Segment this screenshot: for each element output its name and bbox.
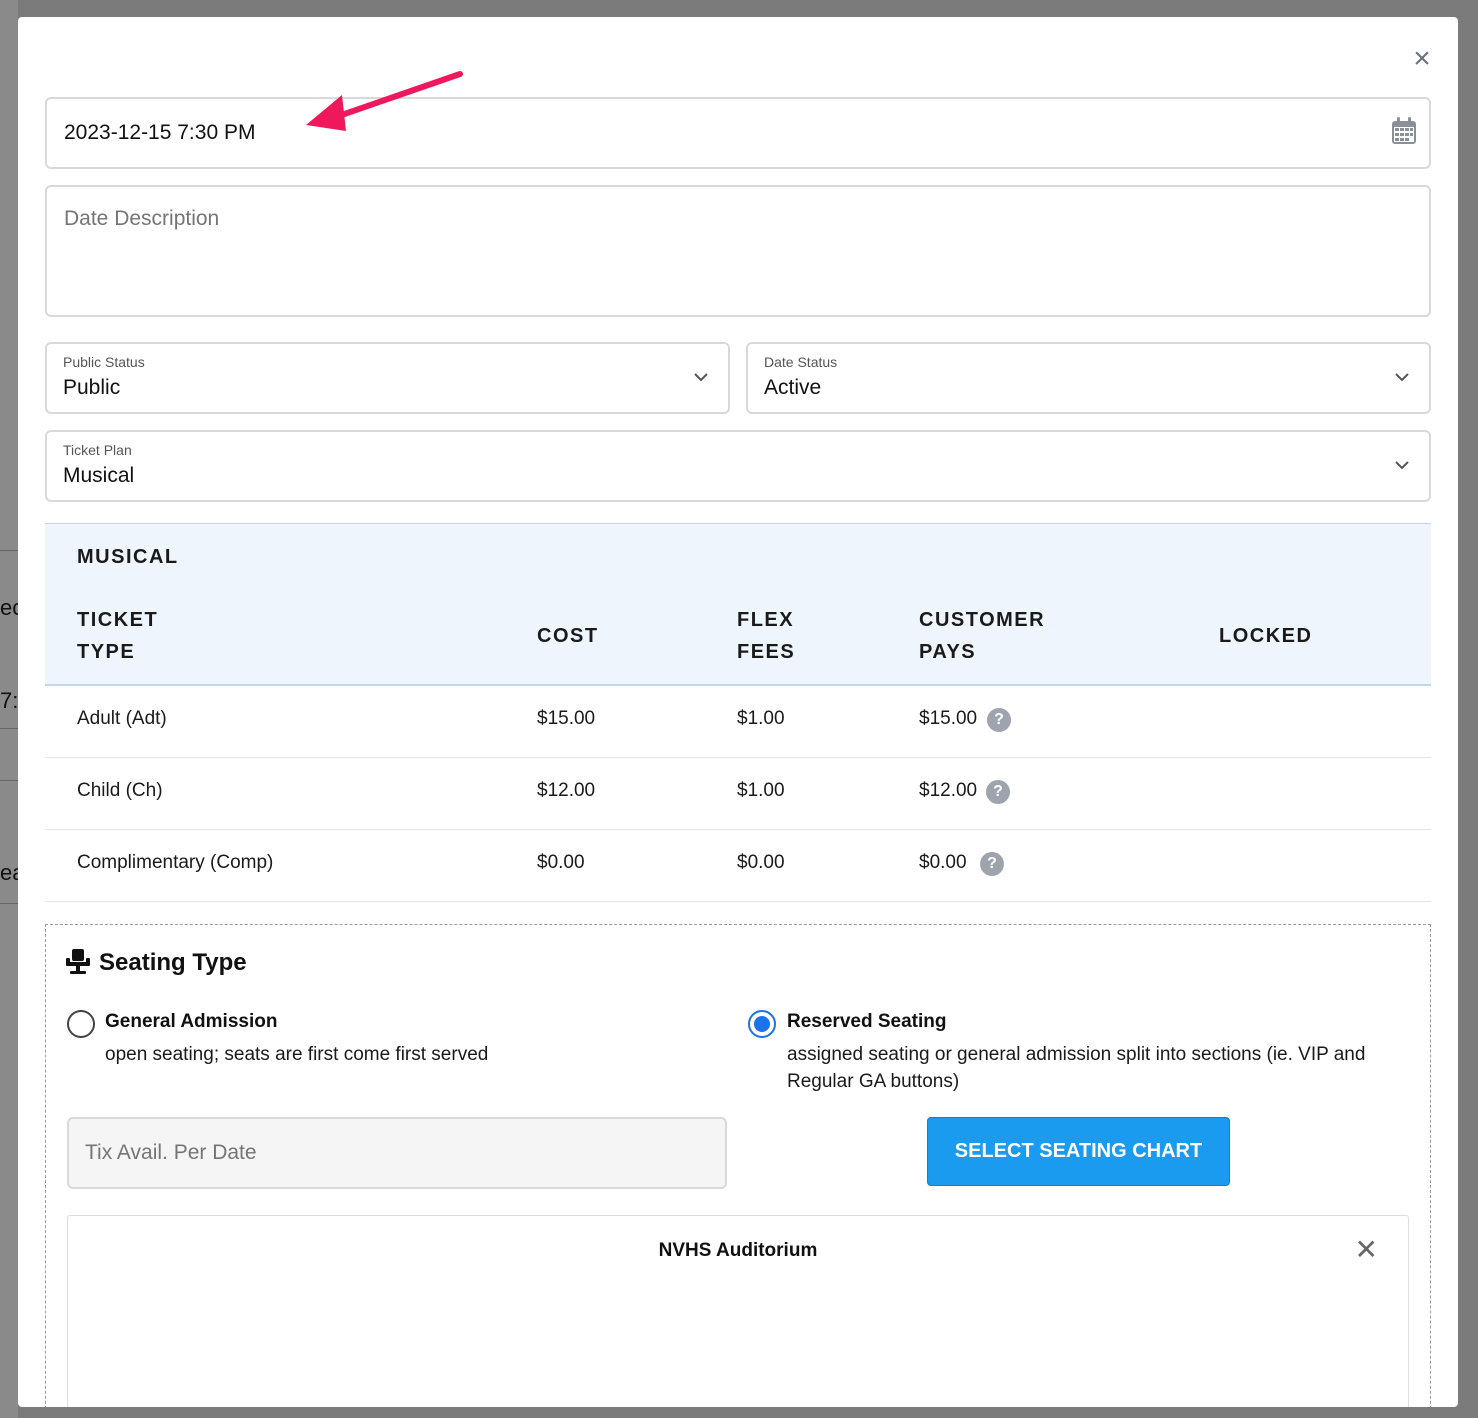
customer-pays-cell: $12.00: [919, 780, 978, 801]
cost-cell: $15.00: [537, 708, 596, 729]
public-status-label: Public Status: [63, 354, 145, 370]
background-divider: [0, 728, 18, 729]
cost-cell: $12.00: [537, 780, 596, 801]
ticket-type-cell: Complimentary (Comp): [77, 852, 274, 873]
calendar-icon[interactable]: [1391, 117, 1417, 145]
flex-fees-cell: $1.00: [737, 708, 785, 729]
ticket-type-cell: Adult (Adt): [77, 708, 167, 729]
seat-icon: [66, 949, 90, 974]
ticket-type-cell: Child (Ch): [77, 780, 163, 801]
general-admission-label[interactable]: General Admission: [105, 1011, 277, 1033]
plan-title: MUSICAL: [77, 546, 179, 568]
close-icon[interactable]: ✕: [1355, 1236, 1378, 1264]
seating-type-title: Seating Type: [99, 949, 247, 976]
table-row: Child (Ch) $12.00 $1.00 $12.00 ?: [45, 758, 1431, 830]
cost-cell: $0.00: [537, 852, 585, 873]
table-header: MUSICAL TICKET TYPE COST FLEX FEES CUSTO…: [45, 523, 1431, 686]
edit-date-modal: × 2023-12-15 7:30 PM Date Description Pu…: [18, 17, 1458, 1407]
table-row: Complimentary (Comp) $0.00 $0.00 $0.00 ?: [45, 830, 1431, 902]
date-time-value: 2023-12-15 7:30 PM: [64, 121, 256, 144]
chevron-down-icon: [694, 373, 708, 382]
help-icon[interactable]: ?: [980, 852, 1004, 876]
column-header-cost: COST: [537, 625, 599, 647]
column-header-ticket-type: TICKET TYPE: [77, 609, 159, 663]
background-divider: [0, 903, 18, 904]
close-icon[interactable]: ×: [1408, 44, 1436, 74]
ticket-plan-label: Ticket Plan: [63, 442, 132, 458]
public-status-value: Public: [63, 376, 121, 399]
seating-type-section: Seating Type General Admission open seat…: [45, 924, 1431, 1407]
ticket-plan-table: MUSICAL TICKET TYPE COST FLEX FEES CUSTO…: [45, 523, 1431, 902]
tix-avail-placeholder: Tix Avail. Per Date: [85, 1141, 257, 1164]
ticket-plan-value: Musical: [63, 464, 135, 487]
flex-fees-cell: $0.00: [737, 852, 785, 873]
column-header-customer-pays: CUSTOMER PAYS: [919, 609, 1046, 663]
background-text-fragment: 7:: [0, 688, 19, 713]
arrow-icon: [306, 71, 463, 131]
date-time-input[interactable]: 2023-12-15 7:30 PM: [45, 97, 1431, 169]
customer-pays-cell: $0.00: [919, 852, 967, 873]
seating-chart-card: NVHS Auditorium ✕: [67, 1215, 1409, 1407]
background-divider: [0, 550, 18, 551]
select-seating-chart-button[interactable]: SELECT SEATING CHART: [927, 1117, 1230, 1186]
reserved-seating-radio[interactable]: [748, 1010, 776, 1038]
general-admission-description: open seating; seats are first come first…: [105, 1044, 489, 1065]
chevron-down-icon: [1395, 373, 1409, 382]
ticket-plan-select[interactable]: Ticket Plan Musical: [45, 430, 1431, 502]
date-status-value: Active: [764, 376, 822, 399]
chevron-down-icon: [1395, 461, 1409, 470]
table-row: Adult (Adt) $15.00 $1.00 $15.00 ?: [45, 686, 1431, 758]
help-icon[interactable]: ?: [987, 708, 1011, 732]
venue-name: NVHS Auditorium: [658, 1240, 818, 1261]
help-icon[interactable]: ?: [986, 780, 1010, 804]
background-divider: [0, 780, 18, 781]
general-admission-radio[interactable]: [67, 1010, 95, 1038]
tix-avail-input[interactable]: Tix Avail. Per Date: [67, 1117, 727, 1189]
reserved-seating-description: assigned seating or general admission sp…: [787, 1044, 1366, 1092]
date-description-textarea[interactable]: Date Description: [45, 185, 1431, 317]
customer-pays-cell: $15.00: [919, 708, 978, 729]
column-header-flex-fees: FLEX FEES: [737, 609, 796, 663]
date-status-label: Date Status: [764, 354, 838, 370]
public-status-select[interactable]: Public Status Public: [45, 342, 730, 414]
column-header-locked: LOCKED: [1219, 625, 1313, 647]
date-description-placeholder: Date Description: [64, 207, 220, 230]
date-status-select[interactable]: Date Status Active: [746, 342, 1431, 414]
flex-fees-cell: $1.00: [737, 780, 785, 801]
reserved-seating-label[interactable]: Reserved Seating: [787, 1011, 946, 1033]
